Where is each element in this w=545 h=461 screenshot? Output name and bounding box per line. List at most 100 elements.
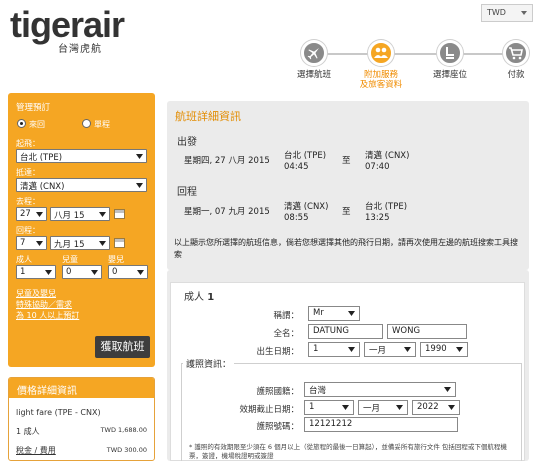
step-label-select-seat: 選擇座位 (432, 70, 467, 80)
depart-day-value: 27 (20, 209, 31, 219)
nationality-label: 護照國籍： (256, 387, 299, 397)
chevron-down-icon (396, 405, 403, 410)
depart-calendar-icon[interactable] (114, 209, 125, 219)
tax-fees-link[interactable]: 稅金 / 費用 (16, 445, 56, 456)
round-trip-label: 來回 (29, 120, 45, 129)
child-count-value: 0 (66, 267, 72, 277)
nationality-select[interactable]: 台灣 (304, 382, 456, 397)
full-name-label: 全名： (273, 329, 299, 339)
step-label-payment: 付款 (507, 70, 525, 80)
step-select-flight[interactable] (301, 40, 327, 66)
return-day-select[interactable]: 7 (16, 236, 47, 250)
child-count-select[interactable]: 0 (62, 265, 102, 279)
tax-fees-amount: TWD 300.00 (106, 446, 147, 454)
airplane-icon (307, 48, 319, 60)
to-select[interactable]: 清邁 (CNX) (16, 178, 147, 192)
flight-details-panel: 航班詳細資訊 出發 星期四, 27 八月 2015 台北 (TPE) 04:45… (167, 101, 529, 270)
search-flights-button[interactable]: 獲取航班 (95, 336, 150, 358)
return-month-select[interactable]: 九月 15 (50, 236, 110, 250)
flight-details-title: 航班詳細資訊 (175, 110, 241, 123)
adult-fare-amount: TWD 1,688.00 (100, 426, 147, 434)
chevron-down-icon (36, 212, 43, 217)
round-trip-radio[interactable] (17, 119, 26, 128)
chevron-down-icon (99, 212, 106, 217)
return-month-value: 九月 15 (54, 240, 85, 250)
infant-count-value: 0 (112, 267, 118, 277)
passenger-panel: 成人 1 稱謂： Mr 全名： DATUNG WONG 出生日期： 1 一月 1… (167, 270, 529, 461)
outbound-depart-time: 04:45 (284, 162, 309, 172)
manage-booking-panel: 管理預訂 來回 單程 起飛： 台北 (TPE) 抵達： 清邁 (CNX) 去程：… (8, 93, 155, 367)
expiry-year-value: 2022 (417, 402, 439, 412)
nationality-value: 台灣 (309, 386, 327, 396)
child-label: 兒童 (62, 255, 78, 264)
passenger-number: 1 (207, 292, 215, 303)
dob-year-value: 1990 (425, 344, 447, 354)
from-label: 起飛： (16, 139, 40, 148)
chevron-down-icon (45, 270, 52, 275)
last-name-input[interactable]: WONG (387, 324, 467, 339)
dob-label: 出生日期： (256, 347, 299, 357)
passengers-icon (374, 47, 388, 58)
to-value: 清邁 (CNX) (20, 182, 65, 192)
outbound-to-word: 至 (342, 156, 351, 166)
inbound-depart-time: 08:55 (284, 213, 309, 223)
inbound-date: 星期一, 07 九月 2015 (184, 207, 270, 217)
expiry-label: 效期截止日期： (239, 405, 299, 415)
expiry-month-select[interactable]: 一月 (358, 400, 408, 415)
step-extras-passengers[interactable] (368, 40, 394, 66)
depart-label: 去程： (16, 197, 40, 206)
price-details-panel: 價格詳細資訊 light fare (TPE - CNX) 1 成人 TWD 1… (8, 377, 155, 461)
dob-month-select[interactable]: 一月 (364, 342, 416, 357)
expiry-year-select[interactable]: 2022 (412, 400, 460, 415)
chevron-down-icon (348, 311, 355, 316)
step-select-seat[interactable] (437, 40, 463, 66)
step-payment[interactable] (503, 40, 529, 66)
one-way-radio[interactable] (82, 119, 91, 128)
outbound-origin: 台北 (TPE) (284, 151, 327, 161)
chevron-down-icon (36, 241, 43, 246)
currency-value: TWD (487, 8, 506, 17)
adult-label: 成人 (16, 255, 32, 264)
honorific-value: Mr (313, 308, 324, 318)
inbound-heading: 回程 (177, 187, 197, 198)
chevron-down-icon (342, 405, 349, 410)
adult-count-select[interactable]: 1 (16, 265, 56, 279)
outbound-arrive-time: 07:40 (365, 162, 390, 172)
expiry-day-select[interactable]: 1 (304, 400, 354, 415)
price-details-title: 價格詳細資訊 (9, 378, 154, 398)
special-assistance-link[interactable]: 特殊協助／需求 (16, 299, 72, 310)
expiry-month-value: 一月 (363, 404, 381, 414)
honorific-label: 稱謂： (273, 311, 299, 321)
panel-title: 管理預訂 (16, 103, 51, 113)
chevron-down-icon (404, 347, 411, 352)
first-name-input[interactable]: DATUNG (308, 324, 383, 339)
chevron-down-icon (456, 347, 463, 352)
flight-info-note: 以上顯示您所選擇的航班信息，倘若您想選擇其他的飛行日期，請再次使用左邊的航班搜索… (174, 238, 518, 259)
chevron-down-icon (521, 11, 527, 15)
passport-number-input[interactable]: 12121212 (304, 417, 458, 432)
return-calendar-icon[interactable] (114, 238, 125, 248)
infant-count-select[interactable]: 0 (108, 265, 148, 279)
chevron-down-icon (348, 347, 355, 352)
from-select[interactable]: 台北 (TPE) (16, 149, 147, 163)
depart-month-select[interactable]: 八月 15 (50, 207, 110, 221)
one-way-label: 單程 (94, 120, 110, 129)
dob-year-select[interactable]: 1990 (420, 342, 468, 357)
return-label: 回程： (16, 226, 40, 235)
dob-month-value: 一月 (369, 346, 387, 356)
steps-progress-line (313, 53, 519, 55)
dob-day-select[interactable]: 1 (308, 342, 360, 357)
infant-label: 嬰兒 (108, 255, 124, 264)
adult-fare-label: 1 成人 (16, 427, 40, 436)
currency-select[interactable]: TWD (481, 4, 533, 22)
chevron-down-icon (448, 405, 455, 410)
children-infants-link[interactable]: 兒童及嬰兒 (16, 288, 56, 299)
group-booking-link[interactable]: 為 10 人以上預訂 (16, 310, 79, 321)
fare-label: light fare (TPE - CNX) (16, 408, 101, 417)
return-day-value: 7 (20, 238, 26, 248)
inbound-to-word: 至 (342, 207, 351, 217)
inbound-destination: 台北 (TPE) (365, 202, 408, 212)
depart-day-select[interactable]: 27 (16, 207, 47, 221)
honorific-select[interactable]: Mr (308, 306, 360, 321)
cart-icon (509, 47, 523, 60)
